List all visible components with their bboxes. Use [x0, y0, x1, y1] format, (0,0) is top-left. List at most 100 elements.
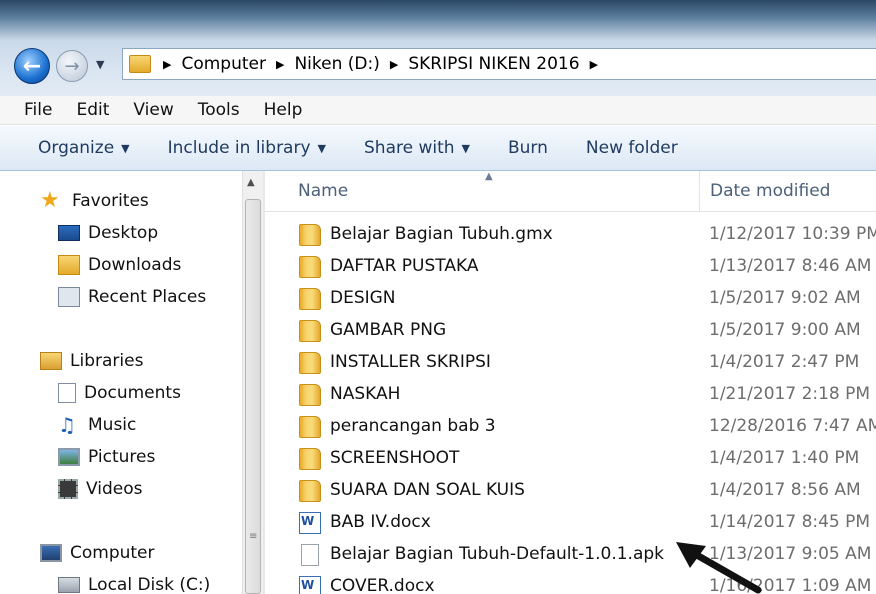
hard-disk-icon [58, 577, 80, 593]
file-row[interactable]: BAB IV.docx 1/14/2017 8:45 PM [265, 507, 876, 539]
sidebar-label: Videos [86, 479, 143, 499]
file-name[interactable]: Belajar Bagian Tubuh.gmx [330, 224, 553, 244]
file-row[interactable]: DESIGN 1/5/2017 9:02 AM [265, 283, 876, 315]
file-date-modified: 1/4/2017 8:56 AM [709, 480, 861, 500]
sidebar-item-computer[interactable]: Computer [40, 543, 155, 563]
file-row[interactable]: Belajar Bagian Tubuh.gmx 1/12/2017 10:39 … [265, 219, 876, 251]
file-row[interactable]: perancangan bab 3 12/28/2016 7:47 AM [265, 411, 876, 443]
grip-icon: ≡ [249, 531, 258, 542]
computer-icon [40, 544, 62, 562]
recent-pages-dropdown[interactable]: ▼ [96, 58, 104, 71]
file-date-modified: 12/28/2016 7:47 AM [709, 416, 876, 436]
address-field[interactable]: ▶ Computer ▶ Niken (D:) ▶ SKRIPSI NIKEN … [122, 48, 876, 80]
folder-icon [299, 288, 321, 310]
folder-icon [299, 256, 321, 278]
file-name[interactable]: SUARA DAN SOAL KUIS [330, 480, 525, 500]
column-divider[interactable] [699, 171, 700, 211]
menu-view[interactable]: View [133, 100, 173, 120]
breadcrumb-drive[interactable]: Niken (D:) [294, 54, 379, 74]
folder-icon [129, 55, 151, 73]
sidebar-scrollbar[interactable]: ▲ ≡ [242, 171, 263, 594]
sidebar-item-pictures[interactable]: Pictures [58, 447, 155, 467]
chevron-right-icon[interactable]: ▶ [390, 58, 398, 71]
include-in-library-button[interactable]: Include in library ▼ [168, 138, 326, 158]
sort-ascending-icon: ▲ [485, 171, 493, 182]
file-name[interactable]: BAB IV.docx [330, 512, 431, 532]
sidebar-item-favorites[interactable]: ★ Favorites [40, 188, 149, 213]
sidebar-item-recent-places[interactable]: Recent Places [58, 287, 206, 307]
scrollbar-thumb[interactable]: ≡ [245, 199, 261, 594]
file-row[interactable]: DAFTAR PUSTAKA 1/13/2017 8:46 AM [265, 251, 876, 283]
sidebar-item-downloads[interactable]: Downloads [58, 255, 181, 275]
chevron-right-icon[interactable]: ▶ [276, 58, 284, 71]
file-icon [301, 544, 319, 566]
arrow-left-icon: ← [22, 53, 42, 79]
file-name[interactable]: DAFTAR PUSTAKA [330, 256, 478, 276]
sidebar-item-libraries[interactable]: Libraries [40, 351, 143, 371]
downloads-folder-icon [58, 255, 80, 275]
menu-edit[interactable]: Edit [76, 100, 109, 120]
breadcrumb-computer[interactable]: Computer [181, 54, 266, 74]
file-row[interactable]: SCREENSHOOT 1/4/2017 1:40 PM [265, 443, 876, 475]
organize-button[interactable]: Organize ▼ [38, 138, 130, 158]
include-label: Include in library [167, 138, 311, 158]
folder-icon [299, 320, 321, 342]
folder-icon [299, 384, 321, 406]
menu-tools[interactable]: Tools [198, 100, 240, 120]
sidebar-item-documents[interactable]: Documents [58, 383, 181, 403]
file-name[interactable]: NASKAH [330, 384, 400, 404]
file-name[interactable]: COVER.docx [330, 576, 435, 594]
desktop-icon [58, 225, 80, 241]
breadcrumb-folder[interactable]: SKRIPSI NIKEN 2016 [408, 54, 579, 74]
file-row[interactable]: SUARA DAN SOAL KUIS 1/4/2017 8:56 AM [265, 475, 876, 507]
file-date-modified: 1/5/2017 9:02 AM [709, 288, 861, 308]
burn-button[interactable]: Burn [508, 138, 548, 158]
file-name[interactable]: GAMBAR PNG [330, 320, 446, 340]
word-document-icon [299, 512, 321, 534]
sidebar-item-music[interactable]: ♫ Music [58, 415, 136, 435]
file-row[interactable]: COVER.docx1/16/2017 1:09 AM [265, 571, 876, 594]
sidebar-item-videos[interactable]: Videos [58, 479, 143, 499]
film-strip-icon [58, 479, 78, 499]
folder-icon [299, 448, 321, 470]
pictures-icon [58, 448, 80, 466]
sidebar-label: Desktop [88, 223, 159, 243]
menu-help[interactable]: Help [264, 100, 303, 120]
arrow-right-icon: → [64, 55, 80, 77]
command-toolbar: Organize ▼ Include in library ▼ Share with… [0, 126, 876, 171]
file-date-modified: 1/21/2017 2:18 PM [709, 384, 871, 404]
file-name[interactable]: INSTALLER SKRIPSI [330, 352, 491, 372]
sidebar-label: Pictures [88, 447, 156, 467]
chevron-right-icon[interactable]: ▶ [163, 58, 171, 71]
menu-file[interactable]: File [24, 100, 52, 120]
sidebar-item-local-disk[interactable]: Local Disk (C:) [58, 575, 210, 594]
file-row[interactable]: Belajar Bagian Tubuh-Default-1.0.1.apk 1/… [265, 539, 876, 571]
share-label: Share with [364, 138, 455, 158]
file-row[interactable]: INSTALLER SKRIPSI 1/4/2017 2:47 PM [265, 347, 876, 379]
back-button[interactable]: ← [14, 48, 50, 84]
file-date-modified: 1/4/2017 2:47 PM [709, 352, 860, 372]
star-icon: ★ [40, 188, 60, 213]
sidebar-label: Music [88, 415, 137, 435]
file-row[interactable]: GAMBAR PNG 1/5/2017 9:00 AM [265, 315, 876, 347]
file-row[interactable]: NASKAH 1/21/2017 2:18 PM [265, 379, 876, 411]
file-name[interactable]: Belajar Bagian Tubuh-Default-1.0.1.apk [330, 544, 664, 564]
folder-icon [299, 352, 321, 374]
sidebar-label: Favorites [72, 191, 149, 211]
column-header-name[interactable]: Name [298, 181, 348, 201]
new-folder-button[interactable]: New folder [586, 138, 678, 158]
file-name[interactable]: perancangan bab 3 [330, 416, 496, 436]
file-name[interactable]: SCREENSHOOT [330, 448, 459, 468]
chevron-right-icon[interactable]: ▶ [590, 58, 598, 71]
column-header-date-modified[interactable]: Date modified [710, 181, 830, 201]
file-date-modified: 1/5/2017 9:00 AM [709, 320, 861, 340]
file-name[interactable]: DESIGN [330, 288, 396, 308]
sidebar-label: Libraries [70, 351, 144, 371]
annotation-arrow-icon [676, 542, 762, 594]
forward-button[interactable]: → [56, 50, 88, 82]
sidebar-label: Documents [84, 383, 181, 403]
share-with-button[interactable]: Share with ▼ [364, 138, 470, 158]
scroll-up-arrow-icon[interactable]: ▲ [247, 177, 255, 188]
sidebar-item-desktop[interactable]: Desktop [58, 223, 158, 243]
music-note-icon: ♫ [58, 413, 76, 437]
